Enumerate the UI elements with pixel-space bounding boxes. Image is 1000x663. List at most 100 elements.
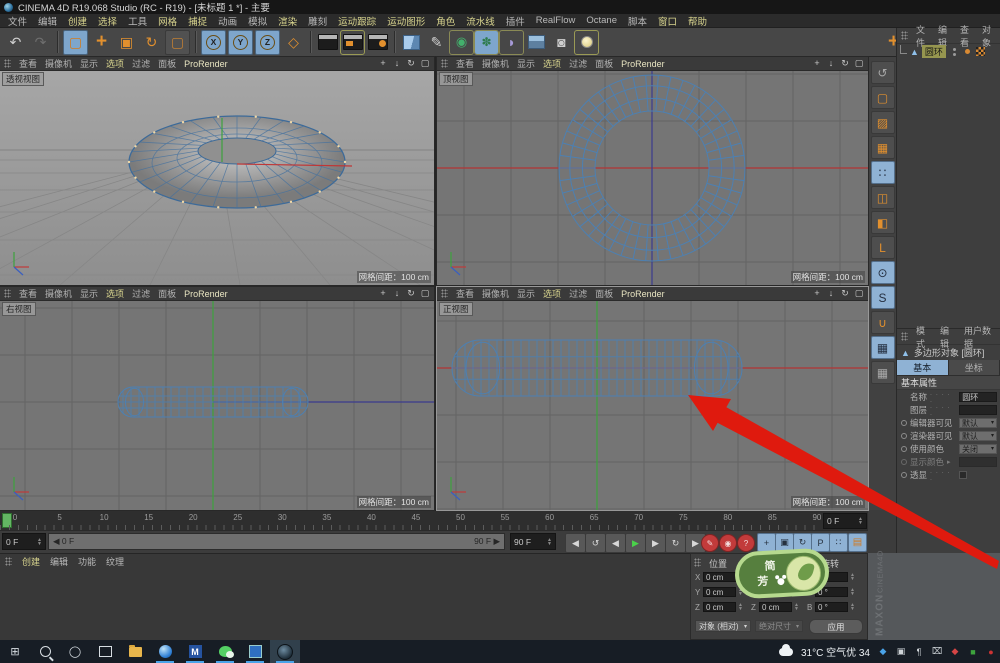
pan-view-icon[interactable]: +: [378, 288, 388, 299]
orbit-view-icon[interactable]: ↻: [406, 288, 416, 299]
viewport-menu-item[interactable]: 面板: [158, 287, 176, 300]
viewport-right[interactable]: 查看摄像机显示选项过滤面板ProRender+↓↻▢右视图网格间距：100 cm: [0, 287, 434, 510]
menu-item[interactable]: 动画: [218, 14, 237, 28]
viewport-menu-item[interactable]: 过滤: [569, 287, 587, 300]
green-tray-icon[interactable]: ■: [968, 647, 978, 657]
display-icon[interactable]: ⌧: [932, 647, 942, 657]
timeline-ruler[interactable]: 0 F▲▼ 0510152025303540455055606570758085…: [0, 510, 868, 531]
pan-view-icon[interactable]: +: [812, 58, 822, 69]
coord-field[interactable]: B0 °▲▼: [807, 601, 855, 613]
redo-icon[interactable]: ↷: [29, 31, 52, 54]
object-manager-menu-item[interactable]: 查看: [960, 23, 974, 49]
coord-field[interactable]: Z0 cm▲▼: [751, 601, 799, 613]
current-frame-field[interactable]: 0 F▲▼: [2, 533, 46, 550]
render-settings-icon[interactable]: [366, 31, 389, 54]
attribute-dropdown[interactable]: 默认▾: [959, 418, 997, 428]
viewport-menu-item[interactable]: 面板: [595, 57, 613, 70]
viewport-menu-item[interactable]: 过滤: [132, 57, 150, 70]
viewport-top[interactable]: 查看摄像机显示选项过滤面板ProRender+↓↻▢顶视图网格间距：100 cm: [437, 57, 868, 285]
object-name-label[interactable]: 圆环: [922, 45, 946, 58]
viewport-menu-item[interactable]: 摄像机: [482, 57, 509, 70]
viewport-menu-item[interactable]: 过滤: [569, 57, 587, 70]
next-frame-icon[interactable]: ▶: [645, 533, 666, 553]
toggle-view-icon[interactable]: ▢: [854, 58, 864, 69]
camera-icon[interactable]: ◙: [550, 31, 573, 54]
viewport-menu-item[interactable]: 面板: [158, 57, 176, 70]
menu-item[interactable]: 编辑: [38, 14, 57, 28]
keyframe-selection-icon[interactable]: ▤: [848, 533, 867, 552]
cortana-icon[interactable]: ◯: [60, 640, 90, 663]
weather-text[interactable]: 31°C 空气优 34: [801, 644, 870, 659]
menu-item[interactable]: 创建: [68, 14, 87, 28]
move-icon[interactable]: +: [90, 31, 113, 54]
orbit-view-icon[interactable]: ↻: [840, 288, 850, 299]
attribute-swatch[interactable]: [959, 457, 997, 467]
undo-icon[interactable]: ↶: [4, 31, 27, 54]
key-parameter-icon[interactable]: P: [811, 533, 830, 552]
model-mode-icon[interactable]: ▢: [871, 86, 895, 109]
menu-item[interactable]: 流水线: [466, 14, 495, 28]
autokey-icon[interactable]: ?: [737, 534, 755, 552]
lock-y-icon[interactable]: Y: [228, 30, 253, 55]
viewport-menu-item[interactable]: 摄像机: [45, 57, 72, 70]
viewport-menu-item[interactable]: 显示: [517, 57, 535, 70]
viewport-menu-item[interactable]: 显示: [80, 287, 98, 300]
coord-field[interactable]: Z0 cm▲▼: [695, 601, 743, 613]
rotate-icon[interactable]: ↻: [140, 31, 163, 54]
attribute-tab-basic[interactable]: 基本: [897, 360, 949, 375]
visibility-dots-icon[interactable]: [953, 48, 956, 56]
attribute-dropdown[interactable]: 默认▾: [959, 431, 997, 441]
panel-handle-icon[interactable]: [4, 59, 11, 68]
make-editable-icon[interactable]: ↺: [871, 61, 895, 84]
viewport-solo-icon[interactable]: ⊙: [871, 261, 895, 284]
panel-handle-icon[interactable]: [441, 289, 448, 298]
dolly-view-icon[interactable]: ↓: [392, 58, 402, 69]
scale-icon[interactable]: ▣: [115, 31, 138, 54]
menu-item[interactable]: 插件: [506, 14, 525, 28]
viewport-menu-item[interactable]: 选项: [106, 57, 124, 70]
menu-item[interactable]: 角色: [436, 14, 455, 28]
orbit-view-icon[interactable]: ↻: [406, 58, 416, 69]
end-frame-field[interactable]: 90 F▲▼: [510, 533, 556, 550]
menu-item[interactable]: 脚本: [628, 14, 647, 28]
ruler-current-frame-field[interactable]: 0 F▲▼: [823, 513, 867, 529]
loop-icon[interactable]: ↻: [665, 533, 686, 553]
dolly-view-icon[interactable]: ↓: [826, 58, 836, 69]
expander-icon[interactable]: ▸: [947, 458, 951, 466]
weather-icon[interactable]: [779, 648, 793, 656]
viewport-menu-prorender[interactable]: ProRender: [184, 59, 228, 69]
viewport-menu-item[interactable]: 过滤: [132, 287, 150, 300]
viewport-front[interactable]: 查看摄像机显示选项过滤面板ProRender+↓↻▢正视图网格间距：100 cm: [437, 287, 868, 510]
orbit-view-icon[interactable]: ↻: [840, 58, 850, 69]
cinema4d-taskbar-icon[interactable]: [270, 640, 300, 663]
add-primitive-cube-icon[interactable]: [400, 31, 423, 54]
viewport-menu-item[interactable]: 显示: [517, 287, 535, 300]
viewport-canvas[interactable]: [437, 300, 868, 510]
subdivision-surface-icon[interactable]: ◉: [450, 31, 473, 54]
tray-app-icon[interactable]: ▣: [896, 647, 906, 657]
render-picture-viewer-icon[interactable]: [341, 31, 364, 54]
texture-mode-icon[interactable]: ▨: [871, 111, 895, 134]
play-icon[interactable]: ▶: [625, 533, 646, 553]
enable-snap-icon[interactable]: S: [871, 286, 895, 309]
viewport-menu-item[interactable]: 查看: [456, 287, 474, 300]
defender-shield-icon[interactable]: ◆: [878, 647, 888, 657]
viewport-body[interactable]: 透视视图网格间距：100 cm: [0, 70, 434, 285]
menu-item[interactable]: 渲染: [278, 14, 297, 28]
panel-handle-icon[interactable]: [441, 59, 448, 68]
apply-button[interactable]: 应用: [809, 619, 863, 634]
generator-icon[interactable]: ✽: [475, 31, 498, 54]
menu-item[interactable]: 窗口: [658, 14, 677, 28]
panel-handle-icon[interactable]: [694, 558, 701, 567]
file-explorer-icon[interactable]: [120, 640, 150, 663]
attribute-dropdown[interactable]: 关闭▾: [959, 444, 997, 454]
selection-tag-icon[interactable]: [965, 49, 970, 54]
material-menu-item[interactable]: 编辑: [50, 555, 68, 568]
viewport-menu-prorender[interactable]: ProRender: [621, 59, 665, 69]
goto-start-icon[interactable]: ◀: [565, 533, 586, 553]
keyframe-dot-icon[interactable]: [901, 472, 907, 478]
magnet-icon[interactable]: ∪: [871, 311, 895, 334]
menu-item[interactable]: 文件: [8, 14, 27, 28]
menu-item[interactable]: 捕捉: [188, 14, 207, 28]
edges-mode-icon[interactable]: ◫: [871, 186, 895, 209]
